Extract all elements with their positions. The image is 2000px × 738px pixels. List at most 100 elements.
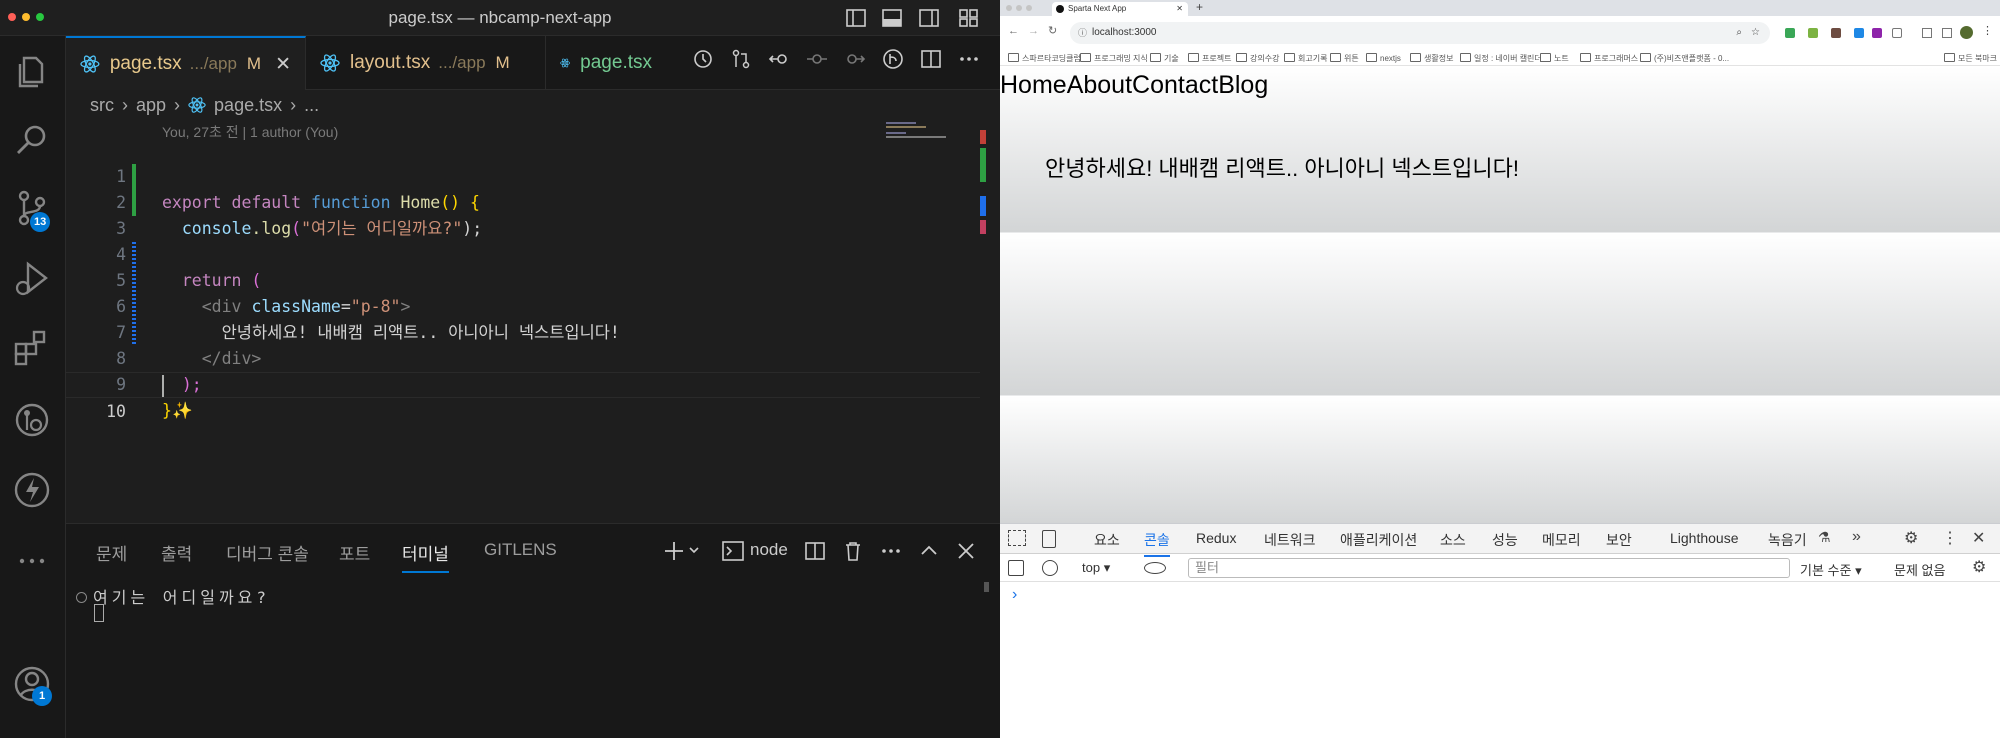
extension-icon[interactable]: [1808, 28, 1818, 38]
run-debug-icon[interactable]: [12, 258, 52, 298]
bookmark-item[interactable]: 프로젝트: [1188, 53, 1231, 64]
more-actions-icon[interactable]: [880, 540, 902, 562]
tab-output[interactable]: 출력: [161, 540, 192, 565]
reload-icon[interactable]: ↻: [1048, 24, 1057, 37]
tab-page-tsx[interactable]: page.tsx .../app M ✕: [66, 36, 306, 90]
gitlens-inspect-icon[interactable]: [882, 48, 904, 70]
reading-list-icon[interactable]: [1922, 28, 1932, 38]
zoom-icon[interactable]: ⌕: [1736, 22, 1742, 44]
issues-counter[interactable]: 문제 없음: [1894, 560, 1945, 579]
toggle-panel-icon[interactable]: [881, 7, 903, 29]
terminal-scrollbar[interactable]: [984, 582, 989, 592]
nav-link-about[interactable]: About: [1067, 71, 1132, 100]
thunder-client-icon[interactable]: [12, 470, 52, 510]
search-icon[interactable]: [12, 120, 52, 160]
bookmark-item[interactable]: (주)비즈앤플랫폼 - 0...: [1640, 53, 1729, 64]
tab-elements[interactable]: 요소: [1094, 530, 1120, 550]
tab-console[interactable]: 콘솔: [1144, 530, 1170, 557]
explorer-icon[interactable]: [12, 50, 52, 90]
customize-layout-icon[interactable]: [958, 7, 980, 29]
extension-icon[interactable]: [1785, 28, 1795, 38]
compare-changes-icon[interactable]: [730, 48, 752, 70]
close-tab-icon[interactable]: ✕: [275, 53, 291, 76]
tab-ports[interactable]: 포트: [339, 540, 370, 565]
bookmark-item[interactable]: 강의수강: [1236, 53, 1279, 64]
tab-performance[interactable]: 성능: [1492, 530, 1518, 550]
shell-name[interactable]: node: [750, 540, 788, 560]
new-tab-button[interactable]: +: [1196, 0, 1203, 14]
nav-link-home[interactable]: Home: [1000, 71, 1067, 100]
bookmark-item[interactable]: 생활정보: [1410, 53, 1453, 64]
bookmark-star-icon[interactable]: ☆: [1751, 22, 1760, 44]
chrome-menu-icon[interactable]: ⋮: [1982, 24, 1993, 37]
nav-link-contact[interactable]: Contact: [1132, 71, 1218, 100]
bookmark-item[interactable]: 프로그래머스: [1580, 53, 1638, 64]
code-editor[interactable]: You, 27초 전 | 1 author (You) 1 export def…: [66, 120, 980, 520]
redux-devtools-icon[interactable]: [1872, 28, 1882, 38]
bookmark-item[interactable]: 위튼: [1330, 53, 1359, 64]
browser-tab[interactable]: Sparta Next App ✕: [1052, 2, 1188, 16]
log-level-dropdown[interactable]: 기본 수준 ▾: [1800, 560, 1862, 579]
toggle-secondary-sidebar-icon[interactable]: [918, 7, 940, 29]
bookmark-item[interactable]: 회고기록: [1284, 53, 1327, 64]
filter-input[interactable]: 필터: [1188, 558, 1790, 578]
tab-layout-tsx[interactable]: layout.tsx .../app M: [306, 36, 546, 90]
breadcrumb-src[interactable]: src: [90, 95, 114, 116]
site-info-icon[interactable]: ⓘ: [1078, 22, 1087, 44]
profile-avatar[interactable]: [1960, 26, 1973, 39]
tab-terminal[interactable]: 터미널: [402, 540, 449, 573]
tab-sources[interactable]: 소스: [1440, 530, 1466, 550]
settings-gear-icon[interactable]: ⚙: [1904, 528, 1918, 548]
next-change-icon[interactable]: [844, 48, 866, 70]
more-tabs-icon[interactable]: »: [1852, 528, 1861, 546]
inspect-element-icon[interactable]: [1008, 530, 1026, 546]
device-toolbar-icon[interactable]: [1042, 530, 1056, 548]
breadcrumb-symbol[interactable]: ...: [304, 95, 319, 116]
context-selector[interactable]: top ▾: [1082, 560, 1110, 576]
tab-application[interactable]: 애플리케이션: [1340, 530, 1417, 550]
console-settings-gear-icon[interactable]: ⚙: [1972, 557, 1986, 577]
terminal-output[interactable]: 여기는 어디일까요?: [76, 584, 270, 608]
bookmark-item[interactable]: nextjs: [1366, 53, 1401, 63]
maximize-panel-icon[interactable]: [918, 540, 940, 562]
extensions-icon[interactable]: [12, 328, 52, 368]
clear-console-icon[interactable]: [1042, 560, 1058, 576]
close-tab-icon[interactable]: ✕: [1176, 2, 1183, 16]
minimap[interactable]: [886, 120, 956, 150]
tab-problems[interactable]: 문제: [96, 540, 127, 565]
minimize-window-icon[interactable]: [1016, 5, 1022, 11]
bookmark-item[interactable]: 노트: [1540, 53, 1569, 64]
console-sidebar-icon[interactable]: [1008, 560, 1024, 576]
back-icon[interactable]: ←: [1008, 25, 1019, 37]
timeline-icon[interactable]: [692, 48, 714, 70]
extension-icon[interactable]: [1831, 28, 1841, 38]
toggle-sidebar-icon[interactable]: [845, 7, 867, 29]
maximize-window-icon[interactable]: [1026, 5, 1032, 11]
tab-gitlens[interactable]: GITLENS: [484, 540, 557, 560]
tab-security[interactable]: 보안: [1606, 530, 1632, 550]
previous-change-icon[interactable]: [768, 48, 790, 70]
trash-icon[interactable]: [842, 540, 864, 562]
new-terminal-icon[interactable]: [664, 540, 702, 562]
all-bookmarks[interactable]: 모든 북마크: [1944, 53, 1997, 64]
address-bar[interactable]: ⓘ localhost:3000 ⌕ ☆: [1070, 22, 1770, 44]
scrollbar[interactable]: [980, 130, 986, 234]
tab-redux[interactable]: Redux: [1196, 530, 1236, 546]
customize-devtools-icon[interactable]: ⋮: [1942, 528, 1958, 548]
tab-recorder[interactable]: 녹음기: [1768, 530, 1807, 550]
bookmark-item[interactable]: 프로그래밍 지식: [1080, 53, 1148, 64]
forward-icon[interactable]: →: [1028, 25, 1039, 37]
bookmark-item[interactable]: 기술: [1150, 53, 1179, 64]
more-views-icon[interactable]: [12, 541, 52, 581]
close-devtools-icon[interactable]: ✕: [1972, 528, 1985, 548]
close-panel-icon[interactable]: [955, 540, 977, 562]
side-panel-icon[interactable]: [1942, 28, 1952, 38]
breadcrumb-app[interactable]: app: [136, 95, 166, 116]
commit-icon[interactable]: [806, 48, 828, 70]
more-actions-icon[interactable]: [958, 48, 980, 70]
bookmark-item[interactable]: 스파르타코딩클럽: [1008, 53, 1081, 64]
split-terminal-icon[interactable]: [804, 540, 826, 562]
extensions-puzzle-icon[interactable]: [1892, 28, 1902, 38]
bookmark-item[interactable]: 일정 : 네이버 캘린더: [1460, 53, 1542, 64]
tab-debug-console[interactable]: 디버그 콘솔: [226, 540, 309, 565]
